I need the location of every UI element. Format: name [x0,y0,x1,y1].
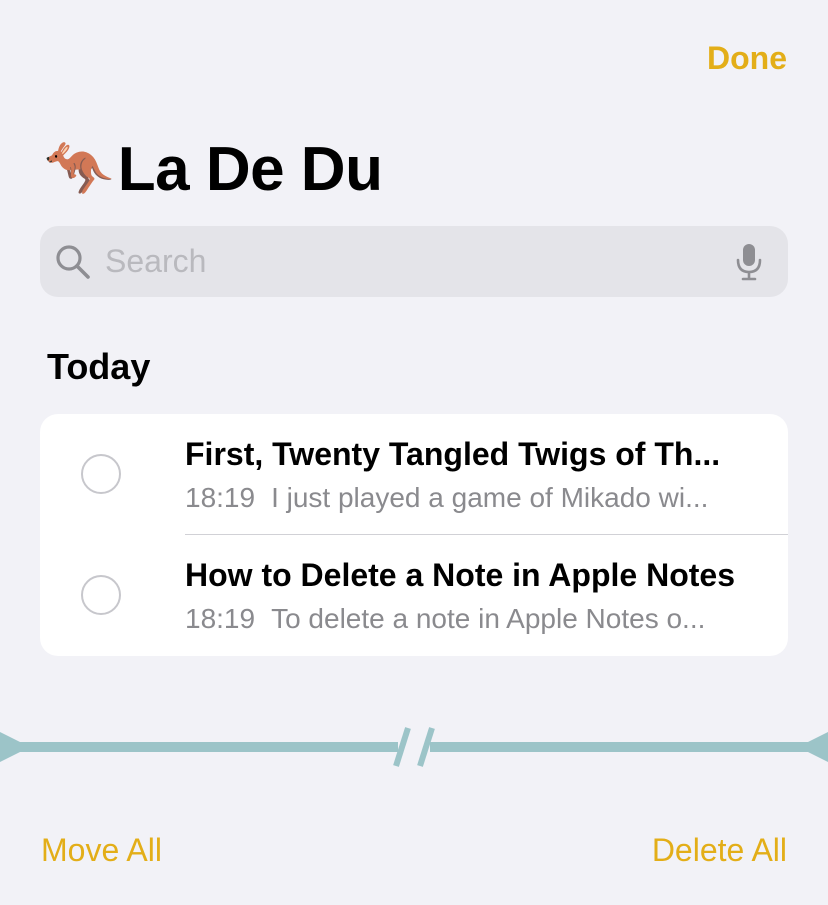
note-preview: To delete a note in Apple Notes o... [271,603,706,634]
microphone-icon[interactable] [734,242,764,282]
radio-circle-icon[interactable] [81,454,121,494]
note-title: How to Delete a Note in Apple Notes [185,557,735,593]
section-header-today: Today [47,346,151,387]
delete-all-button[interactable]: Delete All [652,832,787,869]
note-subtitle: 18:19 To delete a note in Apple Notes o..… [185,603,765,635]
page-title: La De Du [117,135,383,204]
search-icon [55,244,91,280]
section-break-divider-graphic [0,727,828,767]
search-input[interactable] [103,242,734,281]
move-all-button[interactable]: Move All [41,832,162,869]
note-row[interactable]: How to Delete a Note in Apple Notes 18:1… [40,535,788,656]
note-title: First, Twenty Tangled Twigs of Th... [185,436,721,472]
done-button[interactable]: Done [707,40,787,77]
radio-circle-icon[interactable] [81,575,121,615]
note-row[interactable]: First, Twenty Tangled Twigs of Th... 18:… [40,414,788,535]
note-time: 18:19 [185,482,256,513]
notes-list: First, Twenty Tangled Twigs of Th... 18:… [40,414,788,656]
note-time: 18:19 [185,603,256,634]
kangaroo-emoji-icon: 🦘 [44,137,114,202]
folder-title-row: 🦘 La De Du [44,134,383,206]
note-preview: I just played a game of Mikado wi... [271,482,709,513]
note-subtitle: 18:19 I just played a game of Mikado wi..… [185,482,765,514]
search-bar[interactable] [40,226,788,297]
